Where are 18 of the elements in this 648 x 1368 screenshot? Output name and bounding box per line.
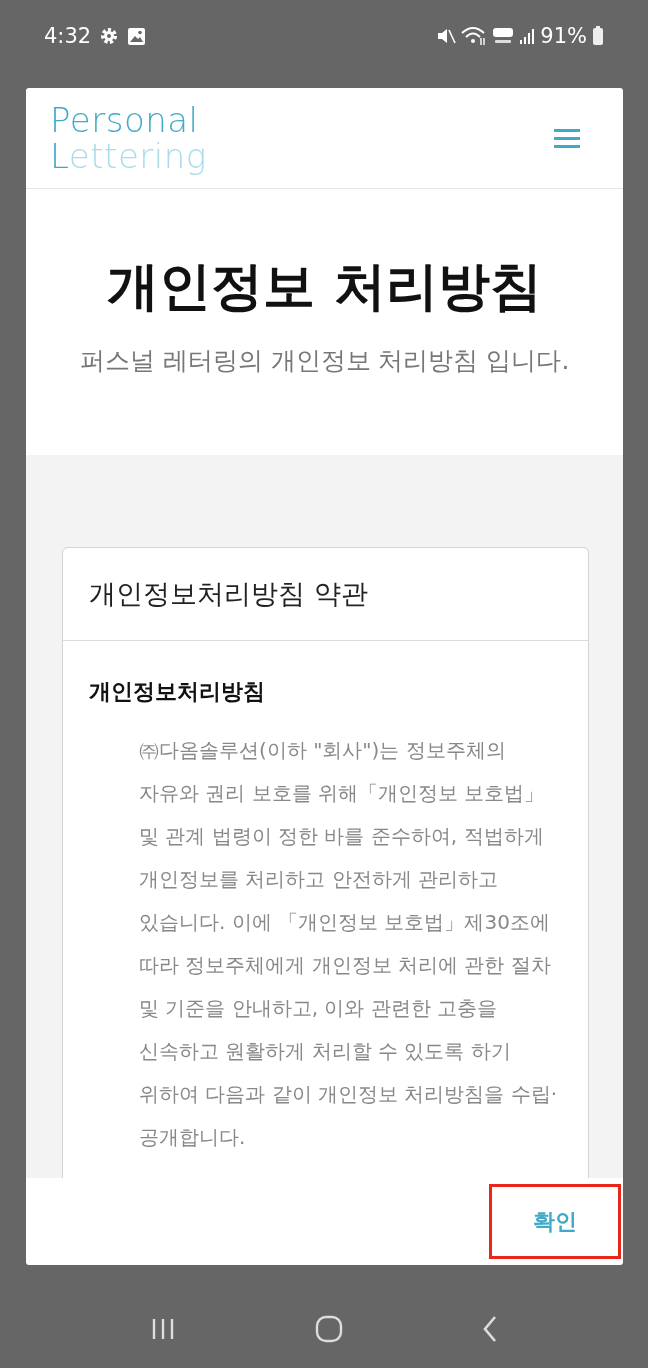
wifi-icon (461, 26, 488, 46)
logo[interactable]: Personal Lettering (50, 102, 207, 174)
gear-icon (99, 26, 120, 46)
home-icon[interactable] (315, 1314, 343, 1343)
page-subtitle: 퍼스널 레터링의 개인정보 처리방침 입니다. (79, 344, 570, 377)
battery-percent: 91% (540, 24, 587, 48)
policy-paragraph: ㈜다옴솔루션(이하 "회사")는 정보주체의 자유와 권리 보호를 위해「개인정보 보호법」 및 관계 법령이 정한 바를 준수하여, 적법하게 개인정보를 처리하고 안전하게 관리하고 있습니다. 이에 「개인정보 보호법」제30조에 따라 정보주체에게 개인정보 처리에 관한 절차 및 기준을 안내하고, 이와 관련한 고충을 신속하고 원활하게 처리할 수 있도록 하기 위하여 다음과 같이 개인정보 처리방침을 수립·공개합니다. (139, 737, 559, 1151)
battery-icon (592, 26, 604, 46)
card-title: 개인정보처리방침 약관 (63, 548, 588, 641)
confirm-button[interactable]: 확인 (489, 1184, 621, 1259)
image-icon (127, 26, 147, 46)
menu-icon[interactable] (554, 127, 580, 149)
signal-icon (519, 27, 536, 45)
mute-icon (436, 26, 457, 46)
status-time: 4:32 (44, 24, 92, 48)
section-title: 개인정보처리방침 (89, 678, 266, 706)
back-icon[interactable] (482, 1314, 499, 1343)
page-title: 개인정보 처리방침 (107, 254, 542, 318)
